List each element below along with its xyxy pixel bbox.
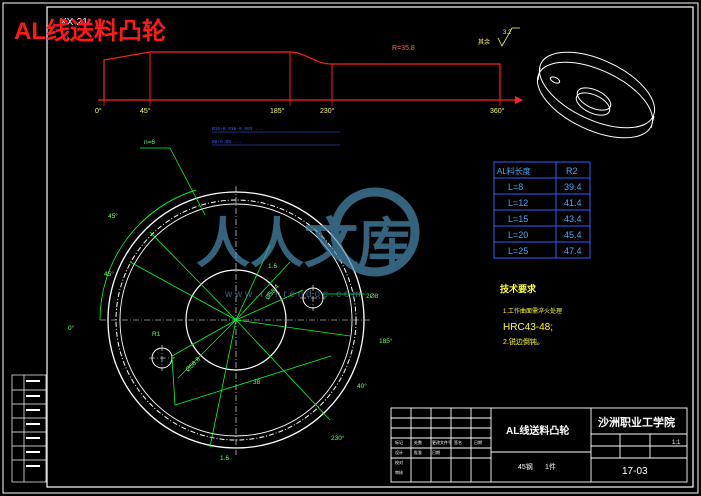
- tech-heading: 技术要求: [500, 283, 537, 294]
- angle-label: 0°: [68, 324, 75, 332]
- svg-text:校对: 校对: [395, 459, 403, 465]
- angle-45: 45°: [140, 107, 151, 115]
- svg-text:设计: 设计: [395, 449, 403, 455]
- table-cell: L=8: [508, 182, 523, 192]
- table-cell: L=12: [508, 198, 528, 208]
- school-name: 沙洲职业工学院: [598, 415, 675, 429]
- table-cell: 41.4: [564, 198, 582, 208]
- material: 45钢: [518, 462, 533, 471]
- table-cell: L=20: [508, 230, 528, 240]
- tech-line-2: HRC43-48;: [503, 322, 553, 333]
- tech-line-1: 1.工作曲面需淬火处理: [503, 307, 562, 315]
- svg-text:审核: 审核: [395, 469, 403, 475]
- watermark: 人人文库 w w w . r e n r e n d o c . c o m: [196, 187, 420, 300]
- angle-label: 45°: [104, 270, 114, 278]
- angle-label: 185°: [379, 337, 393, 345]
- angle-185: 185°: [270, 107, 285, 115]
- table-cell: L=25: [508, 246, 528, 256]
- table-cell: 39.4: [564, 182, 582, 192]
- scale: 1:1: [672, 440, 681, 446]
- technical-requirements: 技术要求 1.工作曲面需淬火处理 HRC43-48; 2.锐边倒钝。: [500, 283, 562, 346]
- svg-text:Ø10+0.015-0.003 ...: Ø10+0.015-0.003 ...: [212, 125, 263, 132]
- profile-axis-arrow: [515, 96, 523, 104]
- dim-label: Ø58.8: [184, 356, 202, 374]
- angle-230: 230°: [320, 107, 335, 115]
- watermark-url: w w w . r e n r e n d o c . c o m: [224, 289, 361, 300]
- svg-text:更改文件号: 更改文件号: [432, 439, 452, 445]
- table-cell: L=15: [508, 214, 528, 224]
- table-header-r2: R2: [566, 166, 578, 176]
- svg-text:标记: 标记: [395, 439, 403, 445]
- watermark-text: 人人文库: [196, 214, 412, 274]
- angle-label: 40°: [357, 382, 367, 390]
- svg-text:处数: 处数: [414, 439, 422, 445]
- part-name: AL线送料凸轮: [506, 424, 569, 437]
- page-title: AL线送料凸轮: [14, 17, 166, 45]
- isometric-view: [536, 51, 656, 139]
- n-label: n=6: [144, 139, 155, 146]
- table-cell: 45.4: [564, 230, 582, 240]
- angle-360: 360°: [490, 107, 505, 115]
- svg-text:日期: 日期: [432, 449, 440, 455]
- svg-text:日期: 日期: [474, 439, 482, 445]
- profile-curve: [103, 51, 501, 100]
- table-header-length: AL料长度: [497, 166, 531, 176]
- dim-label: 2Ø8: [366, 293, 379, 300]
- profile-diagram: [98, 51, 523, 106]
- svg-text:签名: 签名: [454, 439, 462, 445]
- svg-text:其余: 其余: [478, 38, 490, 46]
- drawing-number: 17-03: [622, 466, 648, 477]
- svg-text:3.2: 3.2: [503, 30, 512, 36]
- angle-0: 0°: [95, 107, 102, 115]
- dim-label: R1: [152, 331, 161, 338]
- quantity: 1件: [545, 462, 556, 471]
- profile-angle-labels: 0° 45° 185° 230° 360°: [95, 107, 505, 115]
- table-cell: 47.4: [564, 246, 582, 256]
- r2-table: [493, 161, 591, 259]
- tech-line-3: 2.锐边倒钝。: [503, 337, 544, 346]
- angle-label: 45°: [108, 212, 118, 220]
- cad-drawing: 0° 45° 185° 230° 360° R=35.8 其余 3.2 XX-2…: [2, 2, 699, 494]
- radius-note: R=35.8: [392, 45, 415, 52]
- dim-label: 38: [253, 379, 261, 386]
- roughness-symbol: 其余 3.2: [478, 27, 520, 47]
- side-stamp-ticks: [26, 380, 40, 467]
- cam-dimension-labels: n=6 45° 45° 0° 185° 230° 40° R1 1.6 Ø58.…: [68, 139, 393, 462]
- svg-text:批准: 批准: [414, 449, 422, 455]
- cam-notes: Ø10+0.015-0.003 ... Ø8+0.05 ...: [212, 125, 263, 145]
- dim-label: 1.6: [220, 455, 229, 462]
- svg-text:Ø8+0.05 ...: Ø8+0.05 ...: [212, 138, 242, 145]
- angle-label: 230°: [331, 434, 345, 442]
- table-cell: 43.4: [564, 214, 582, 224]
